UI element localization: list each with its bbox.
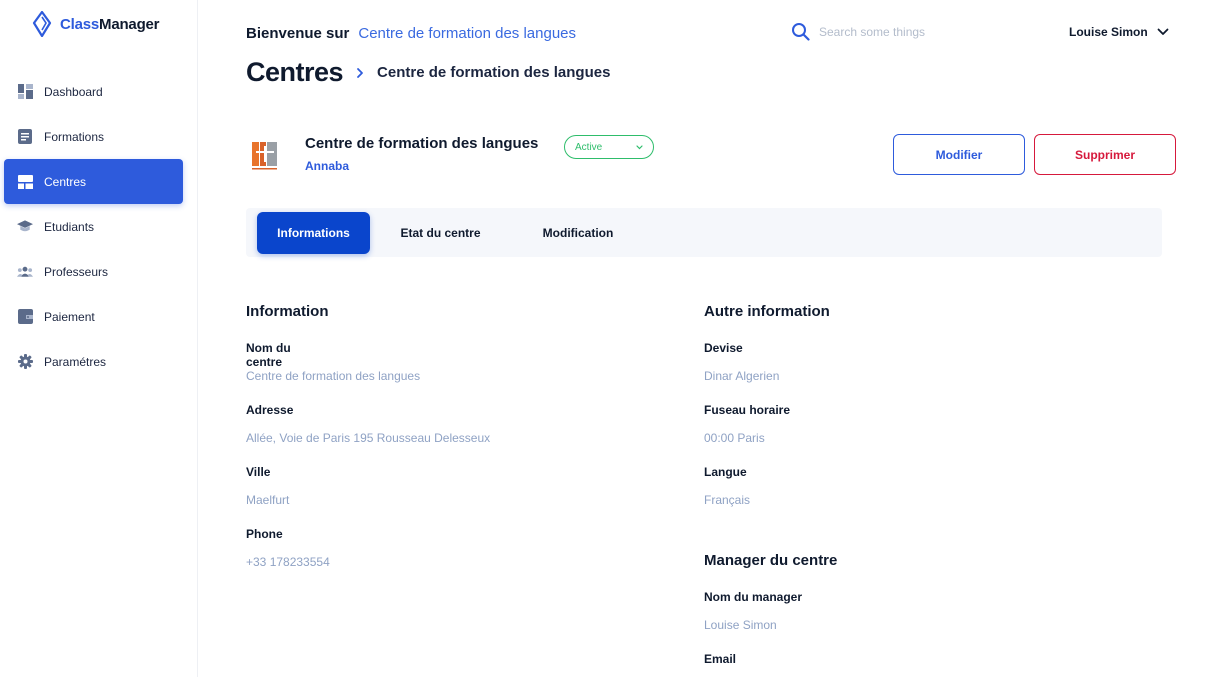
- center-logo: [252, 142, 277, 170]
- tab-modification[interactable]: Modification: [518, 212, 638, 254]
- field-value: Centre de formation des langues: [246, 369, 421, 383]
- breadcrumb: Centres Centre de formation des langues: [246, 57, 610, 88]
- sidebar-item-etudiants[interactable]: Etudiants: [0, 204, 198, 249]
- centres-icon: [17, 174, 33, 190]
- brand-name: ClassManager: [60, 15, 160, 33]
- sidebar-item-label: Formations: [44, 129, 105, 144]
- chevron-down-icon: [1157, 28, 1169, 35]
- other-information-section: Autre information Devise Dinar Algerien …: [704, 303, 837, 666]
- field-label: Nom du centre: [246, 341, 291, 369]
- gear-icon: [17, 354, 33, 370]
- sidebar-item-formations[interactable]: Formations: [0, 114, 198, 159]
- wallet-icon: [17, 309, 33, 325]
- field-label: Nom du manager: [704, 590, 803, 604]
- sidebar-item-dashboard[interactable]: Dashboard: [0, 69, 198, 114]
- formations-icon: [17, 129, 33, 145]
- field-label: Langue: [704, 465, 747, 479]
- users-icon: [17, 264, 33, 280]
- field-label: Ville: [246, 465, 271, 479]
- sidebar: ClassManager Dashboard Formations Centre…: [0, 0, 198, 677]
- field-value: 00:00 Paris: [704, 431, 765, 445]
- tab-etat-du-centre[interactable]: Etat du centre: [382, 212, 499, 254]
- dashboard-icon: [17, 84, 33, 100]
- field-label: Devise: [704, 341, 743, 355]
- sidebar-item-label: Professeurs: [44, 264, 109, 279]
- search-input[interactable]: [819, 24, 979, 39]
- sidebar-item-label: Centres: [44, 174, 87, 189]
- center-city: Annaba: [305, 159, 350, 173]
- status-badge: Active: [575, 141, 603, 153]
- center-name: Centre de formation des langues: [305, 135, 539, 152]
- welcome-heading: Bienvenue sur Centre de formation des la…: [246, 25, 576, 42]
- tab-bar: Informations Etat du centre Modification: [246, 208, 1162, 257]
- sidebar-item-label: Etudiants: [44, 219, 95, 234]
- app-logo[interactable]: ClassManager: [32, 10, 160, 38]
- chevron-right-icon: [357, 67, 363, 78]
- welcome-prefix: Bienvenue sur: [246, 25, 350, 42]
- field-value: Dinar Algerien: [704, 369, 780, 383]
- sidebar-item-label: Paiement: [44, 309, 95, 324]
- sidebar-item-label: Dashboard: [44, 84, 103, 99]
- field-value: Français: [704, 493, 751, 507]
- section-title: Manager du centre: [704, 552, 838, 569]
- search-bar: [791, 22, 979, 41]
- graduation-cap-icon: [17, 219, 33, 235]
- field-label: Adresse: [246, 403, 294, 417]
- field-label: Phone: [246, 527, 283, 541]
- status-dropdown[interactable]: Active: [564, 135, 654, 159]
- sidebar-item-label: Paramétres: [44, 354, 107, 369]
- information-section: Information Nom du centre Centre de form…: [246, 303, 490, 569]
- logo-icon: [32, 11, 52, 37]
- section-title: Information: [246, 303, 329, 320]
- edit-button[interactable]: Modifier: [893, 134, 1025, 175]
- delete-button[interactable]: Supprimer: [1034, 134, 1176, 175]
- search-icon[interactable]: [791, 22, 810, 41]
- sidebar-item-professeurs[interactable]: Professeurs: [0, 249, 198, 294]
- breadcrumb-current: Centre de formation des langues: [377, 64, 611, 81]
- tab-informations[interactable]: Informations: [257, 212, 370, 254]
- sidebar-nav: Dashboard Formations Centres Etudiants P…: [0, 69, 198, 384]
- user-name: Louise Simon: [1069, 25, 1148, 39]
- field-value: Louise Simon: [704, 618, 777, 632]
- field-label: Fuseau horaire: [704, 403, 791, 417]
- page-title[interactable]: Centres: [246, 57, 344, 88]
- sidebar-item-parametres[interactable]: Paramétres: [0, 339, 198, 384]
- user-menu[interactable]: Louise Simon: [1069, 25, 1169, 39]
- field-value: Allée, Voie de Paris 195 Rousseau Deless…: [246, 431, 491, 445]
- sidebar-item-centres[interactable]: Centres: [4, 159, 183, 204]
- field-value: +33 178233554: [246, 555, 330, 569]
- chevron-down-icon: [636, 144, 643, 149]
- sidebar-item-paiement[interactable]: Paiement: [0, 294, 198, 339]
- section-title: Autre information: [704, 303, 830, 320]
- welcome-center-link[interactable]: Centre de formation des langues: [358, 25, 576, 42]
- field-label: Email: [704, 652, 737, 666]
- field-value: Maelfurt: [246, 493, 290, 507]
